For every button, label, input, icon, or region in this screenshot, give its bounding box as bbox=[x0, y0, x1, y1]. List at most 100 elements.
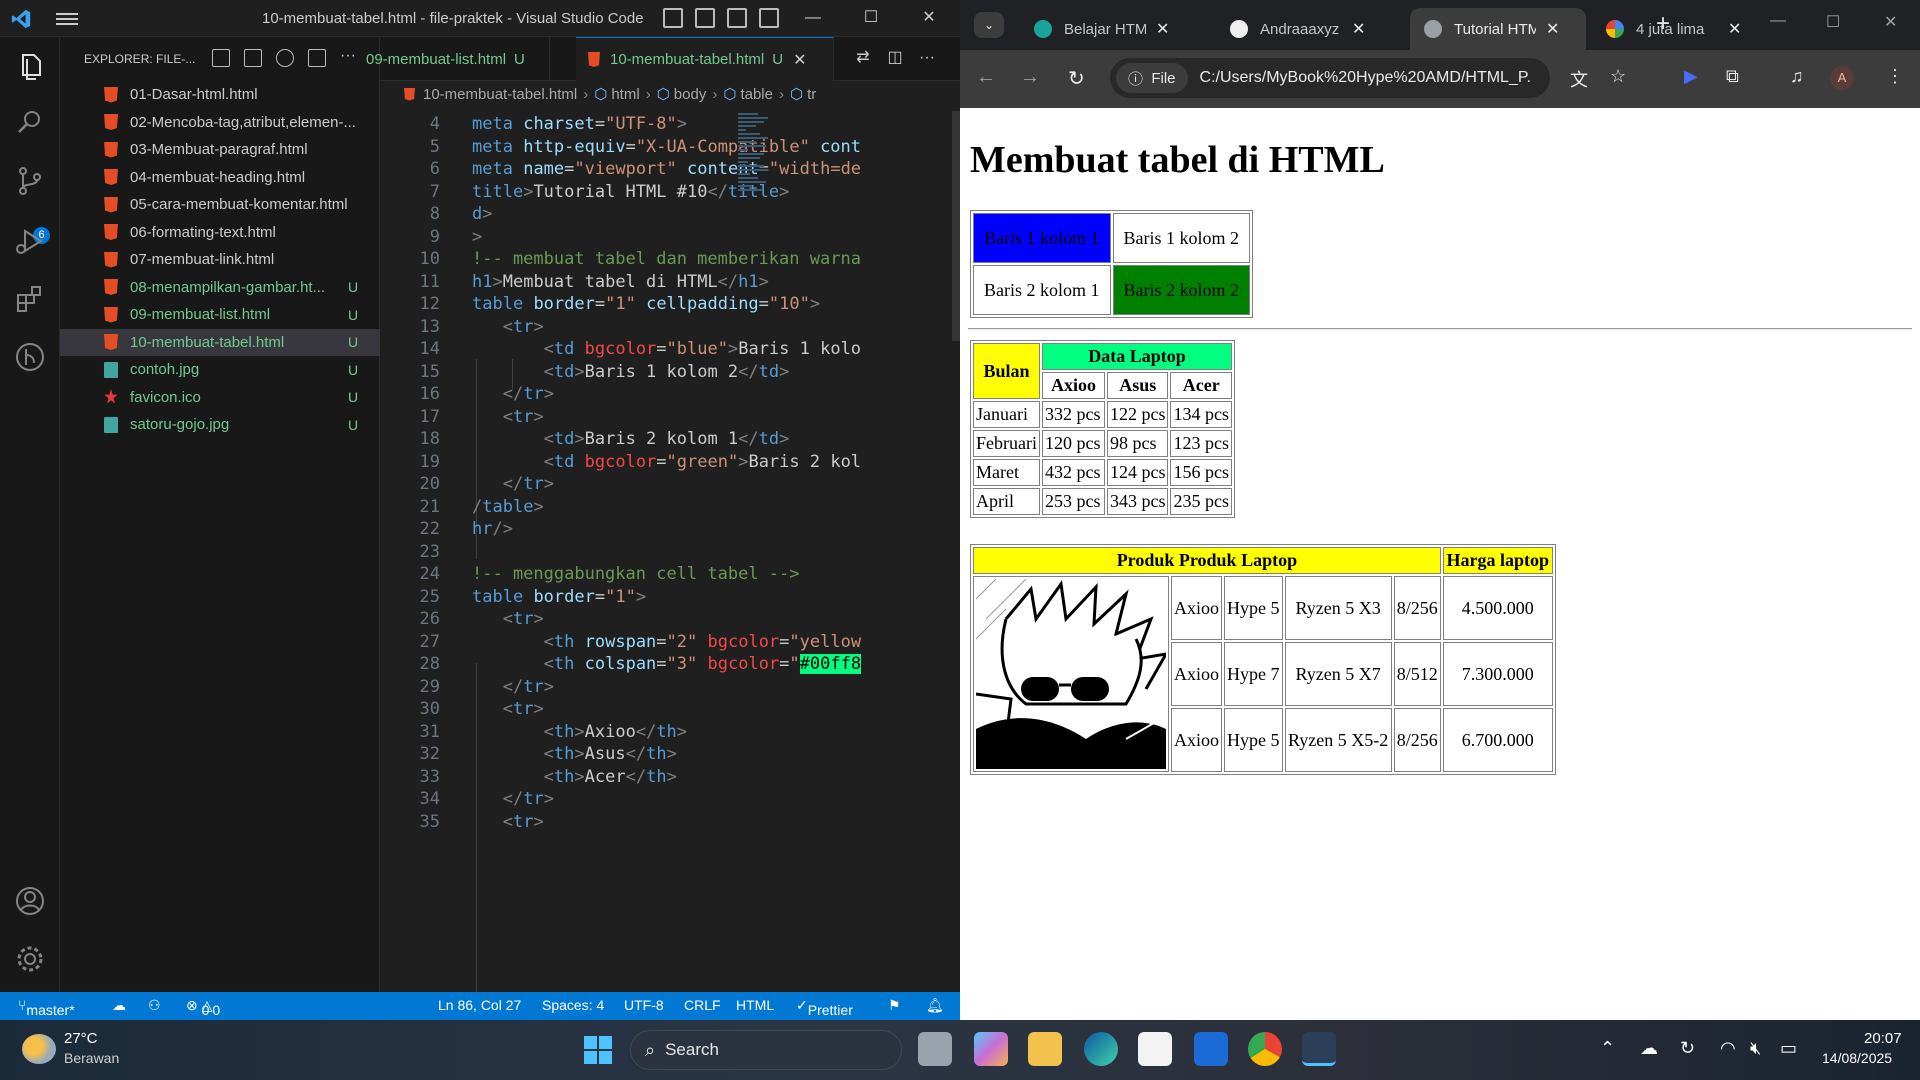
translate-icon[interactable]: 文 bbox=[1570, 66, 1588, 92]
weather-condition[interactable]: Berawan bbox=[64, 1050, 119, 1066]
browser-tab-active[interactable]: Tutorial HTML✕ bbox=[1410, 8, 1586, 50]
chrome-menu-icon[interactable]: ⋮ bbox=[1886, 66, 1904, 87]
prettier-status[interactable]: ✓ Prettier bbox=[796, 997, 853, 1018]
accounts-icon[interactable] bbox=[12, 883, 48, 919]
file-item[interactable]: 09-membuat-list.html U bbox=[60, 301, 380, 328]
close-tab-icon[interactable]: ✕ bbox=[1352, 19, 1365, 39]
search-icon[interactable] bbox=[12, 105, 48, 141]
line-ending[interactable]: CRLF bbox=[684, 997, 721, 1013]
edge-icon[interactable] bbox=[1084, 1032, 1118, 1066]
file-item[interactable]: favicon.ico U bbox=[60, 384, 380, 411]
menu-icon[interactable] bbox=[56, 10, 78, 28]
browser-tab[interactable]: 4 juta lima ✕ bbox=[1592, 8, 1784, 50]
file-item[interactable]: 02-Mencoba-tag,atribut,elemen-... bbox=[60, 109, 380, 136]
bookmark-star-icon[interactable]: ☆ bbox=[1610, 66, 1626, 87]
file-item[interactable]: 06-formating-text.html bbox=[60, 219, 380, 246]
clock-date[interactable]: 14/08/2025 bbox=[1822, 1050, 1892, 1066]
profile-avatar[interactable]: A bbox=[1830, 66, 1854, 90]
settings-gear-icon[interactable] bbox=[12, 941, 48, 977]
breadcrumb-item[interactable]: 10-membuat-tabel.html bbox=[423, 86, 577, 103]
site-info-chip[interactable]: ⓘ File bbox=[1116, 63, 1188, 93]
browser-tab[interactable]: Belajar HTML✕ bbox=[1020, 8, 1212, 50]
file-item[interactable]: 01-Dasar-html.html bbox=[60, 81, 380, 108]
back-arrow-icon[interactable]: ← bbox=[976, 66, 996, 89]
git-graph-icon[interactable] bbox=[12, 339, 48, 375]
new-file-icon[interactable] bbox=[212, 49, 230, 67]
file-explorer-icon[interactable] bbox=[1028, 1032, 1062, 1066]
live-share-icon[interactable]: ⚇ bbox=[148, 997, 161, 1014]
toggle-panel-icon[interactable] bbox=[695, 8, 715, 28]
chrome-icon[interactable] bbox=[1248, 1032, 1282, 1066]
tab-10-membuat-tabel[interactable]: 10-membuat-tabel.html U ✕ bbox=[576, 37, 834, 81]
tab-search-chevron-icon[interactable]: ⌄ bbox=[974, 12, 1004, 38]
file-item[interactable]: contoh.jpg U bbox=[60, 356, 380, 383]
minimize-button[interactable]: — bbox=[1770, 12, 1786, 30]
maximize-button[interactable]: ☐ bbox=[858, 6, 884, 30]
notifications-bell-icon[interactable]: 🔔︎ bbox=[926, 997, 944, 1014]
onedrive-icon[interactable]: ☁ bbox=[1640, 1038, 1658, 1059]
close-tab-icon[interactable]: ✕ bbox=[1728, 19, 1741, 39]
extension-play-icon[interactable]: ▶ bbox=[1684, 66, 1698, 87]
close-tab-icon[interactable]: ✕ bbox=[793, 50, 806, 70]
close-tab-icon[interactable]: ✕ bbox=[1156, 19, 1169, 39]
weather-cloud-icon[interactable] bbox=[22, 1034, 56, 1064]
split-editor-icon[interactable]: ◫ bbox=[886, 49, 904, 67]
forward-arrow-icon[interactable]: → bbox=[1020, 66, 1040, 89]
toggle-secondary-sidebar-icon[interactable] bbox=[727, 8, 747, 28]
media-controls-icon[interactable]: ♫ bbox=[1790, 66, 1804, 87]
breadcrumb-item[interactable]: tr bbox=[807, 86, 816, 103]
show-hidden-icons-chevron-icon[interactable]: ⌃ bbox=[1600, 1038, 1615, 1059]
editor-scrollbar[interactable] bbox=[952, 111, 960, 341]
file-item[interactable]: 03-Membuat-paragraf.html bbox=[60, 136, 380, 163]
weather-temperature[interactable]: 27°C bbox=[64, 1030, 98, 1047]
task-view-icon[interactable] bbox=[918, 1032, 952, 1066]
feedback-icon[interactable]: ⚑ bbox=[888, 997, 901, 1014]
url-text[interactable]: C:/Users/MyBook%20Hype%20AMD/HTML_P... bbox=[1200, 69, 1530, 87]
indentation[interactable]: Spaces: 4 bbox=[542, 997, 604, 1013]
clock-time[interactable]: 20:07 bbox=[1864, 1030, 1902, 1047]
file-item[interactable]: 07-membuat-link.html bbox=[60, 246, 380, 273]
extensions-puzzle-icon[interactable]: ⧉ bbox=[1726, 66, 1739, 87]
branch-indicator[interactable]: ⑂ master* bbox=[18, 997, 75, 1018]
address-bar[interactable]: ⓘ File C:/Users/MyBook%20Hype%20AMD/HTML… bbox=[1110, 58, 1550, 98]
collapse-folders-icon[interactable] bbox=[308, 49, 326, 67]
new-tab-button[interactable]: + bbox=[1656, 10, 1670, 38]
tab-09-membuat-list[interactable]: 09-membuat-list.html U bbox=[354, 37, 550, 81]
code-editor[interactable]: 4 meta charset="UTF-8"> 5 meta http-equiv=… bbox=[380, 111, 960, 992]
run-debug-icon[interactable] bbox=[12, 223, 48, 259]
close-window-button[interactable]: ✕ bbox=[916, 6, 942, 30]
minimap[interactable] bbox=[738, 111, 778, 311]
more-actions-icon[interactable]: ··· bbox=[918, 49, 936, 67]
extensions-icon[interactable] bbox=[12, 281, 48, 317]
source-control-icon[interactable] bbox=[12, 163, 48, 199]
close-tab-icon[interactable]: ✕ bbox=[1546, 19, 1559, 39]
breadcrumb-item[interactable]: html bbox=[611, 86, 639, 103]
sync-icon[interactable]: ↻ bbox=[1680, 1038, 1695, 1059]
copilot-icon[interactable] bbox=[974, 1032, 1008, 1066]
file-item[interactable]: 04-membuat-heading.html bbox=[60, 164, 380, 191]
taskbar-search[interactable]: ⌕ Search bbox=[630, 1030, 902, 1070]
breadcrumb-item[interactable]: body bbox=[674, 86, 707, 103]
minimize-button[interactable]: — bbox=[800, 6, 826, 30]
refresh-icon[interactable] bbox=[276, 49, 294, 67]
wifi-icon[interactable]: ◠ bbox=[1720, 1038, 1736, 1059]
cursor-position[interactable]: Ln 86, Col 27 bbox=[438, 997, 521, 1013]
encoding[interactable]: UTF-8 bbox=[624, 997, 664, 1013]
customize-layout-icon[interactable] bbox=[759, 8, 779, 28]
battery-icon[interactable]: ▭ bbox=[1780, 1038, 1797, 1059]
browser-tab[interactable]: Andraaaxyz ✕ bbox=[1216, 8, 1406, 50]
file-item-active[interactable]: 10-membuat-tabel.html U bbox=[60, 328, 380, 356]
vscode-taskbar-icon[interactable] bbox=[1302, 1032, 1336, 1066]
new-folder-icon[interactable] bbox=[244, 49, 262, 67]
volume-muted-icon[interactable]: 🔇︎ bbox=[1750, 1038, 1761, 1059]
open-changes-icon[interactable]: ⇄ bbox=[854, 49, 872, 67]
problems-indicator[interactable]: ⊗ 0 △ 0 bbox=[186, 997, 220, 1018]
start-windows-icon[interactable] bbox=[584, 1036, 612, 1064]
store-icon[interactable] bbox=[1138, 1032, 1172, 1066]
maximize-button[interactable]: ☐ bbox=[1826, 12, 1840, 32]
mail-icon[interactable] bbox=[1194, 1032, 1228, 1066]
file-item[interactable]: 05-cara-membuat-komentar.html bbox=[60, 191, 380, 218]
language-mode[interactable]: HTML bbox=[736, 997, 774, 1013]
close-window-button[interactable]: ✕ bbox=[1884, 12, 1897, 32]
reload-icon[interactable]: ↻ bbox=[1068, 66, 1085, 91]
